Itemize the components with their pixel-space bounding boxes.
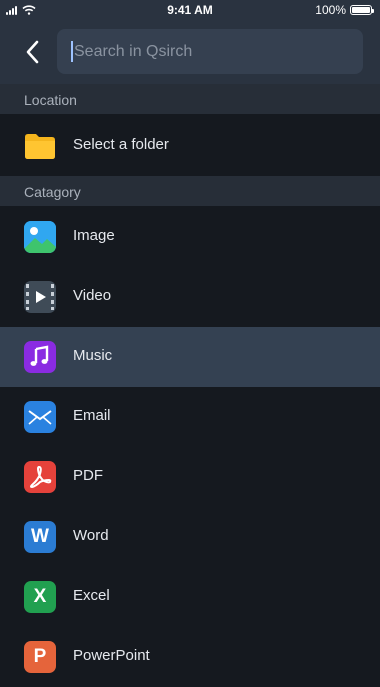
folder-icon [24, 130, 56, 162]
category-item-powerpoint[interactable]: P PowerPoint [0, 627, 380, 687]
category-item-label: Email [73, 407, 111, 424]
category-item-label: PDF [73, 467, 103, 484]
location-header-label: Location [24, 92, 77, 108]
back-button[interactable] [18, 38, 46, 66]
category-item-word[interactable]: W Word [0, 507, 380, 567]
category-item-label: Excel [73, 587, 110, 604]
category-item-video[interactable]: Video [0, 267, 380, 327]
music-icon [24, 341, 56, 373]
select-folder-label: Select a folder [73, 136, 169, 153]
qsirch-search-screen: 9:41 AM 100% Location Select a folder [0, 0, 380, 687]
battery-icon [350, 5, 374, 15]
excel-icon: X [24, 581, 56, 613]
category-section-header: Catagory [0, 176, 380, 206]
category-header-label: Catagory [24, 184, 81, 200]
text-caret [71, 41, 73, 62]
category-item-image[interactable]: Image [0, 207, 380, 267]
location-section-header: Location [0, 84, 380, 114]
email-icon [24, 401, 56, 433]
status-bar: 9:41 AM 100% [0, 0, 380, 20]
video-icon [24, 281, 56, 313]
search-box[interactable] [57, 29, 363, 74]
chevron-left-icon [26, 40, 39, 64]
category-item-label: Image [73, 227, 115, 244]
search-header [0, 20, 380, 84]
search-input[interactable] [74, 29, 354, 74]
category-item-label: Word [73, 527, 109, 544]
category-item-music[interactable]: Music [0, 327, 380, 387]
category-item-pdf[interactable]: PDF [0, 447, 380, 507]
battery-percentage: 100% [315, 3, 346, 17]
image-icon [24, 221, 56, 253]
category-item-label: PowerPoint [73, 647, 150, 664]
status-right: 100% [315, 3, 374, 17]
category-item-excel[interactable]: X Excel [0, 567, 380, 627]
pdf-icon [24, 461, 56, 493]
category-item-label: Video [73, 287, 112, 304]
word-icon: W [24, 521, 56, 553]
category-item-email[interactable]: Email [0, 387, 380, 447]
category-item-label: Music [73, 347, 113, 364]
powerpoint-icon: P [24, 641, 56, 673]
select-folder-row[interactable]: Select a folder [0, 114, 380, 176]
